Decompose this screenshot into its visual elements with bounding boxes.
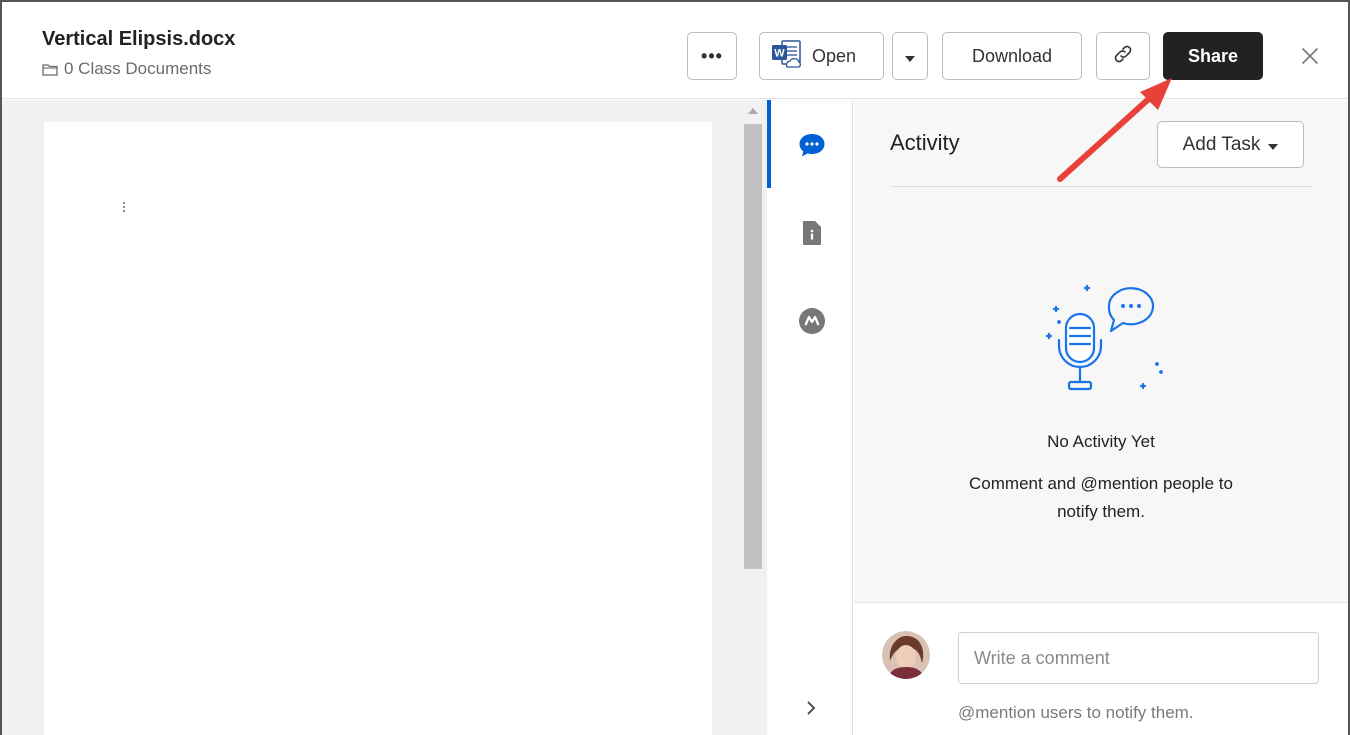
chevron-right-icon[interactable]: [803, 698, 819, 718]
open-button[interactable]: W Open: [759, 32, 884, 80]
copy-link-button[interactable]: [1096, 32, 1150, 80]
activity-panel: Activity Add Task No Activity Yet Commen…: [854, 100, 1348, 602]
document-scrollbar[interactable]: [742, 108, 764, 735]
more-icon: •••: [701, 45, 723, 66]
caret-down-icon: [905, 46, 915, 67]
empty-state-description: Comment and @mention people to notify th…: [969, 474, 1233, 521]
comment-hint: @mention users to notify them.: [958, 703, 1194, 722]
sidebar-rail: [767, 100, 853, 735]
link-icon: [1112, 43, 1134, 70]
open-label: Open: [812, 45, 857, 66]
panel-divider: [890, 186, 1312, 187]
more-options-button[interactable]: •••: [687, 32, 737, 80]
avatar: [882, 631, 930, 679]
word-icon: W: [770, 38, 804, 75]
empty-state-title: No Activity Yet: [1047, 432, 1155, 451]
panel-title: Activity: [890, 130, 960, 155]
folder-icon: [42, 63, 58, 76]
share-button[interactable]: Share: [1163, 32, 1263, 80]
scroll-thumb[interactable]: [744, 124, 762, 569]
caret-down-icon: [1268, 134, 1279, 156]
activity-icon[interactable]: [797, 130, 827, 160]
folder-breadcrumb[interactable]: 0 Class Documents: [42, 59, 211, 79]
rail-active-indicator: [767, 100, 771, 188]
comment-composer: @mention users to notify them.: [854, 602, 1348, 735]
preview-window: Vertical Elipsis.docx 0 Class Documents …: [0, 0, 1350, 735]
microphone-chat-icon: [1031, 272, 1171, 407]
document-page: [44, 122, 712, 735]
scroll-up-icon[interactable]: [748, 108, 758, 114]
comment-input[interactable]: [958, 632, 1319, 684]
vertical-ellipsis-mark: [123, 202, 126, 214]
file-info-icon[interactable]: [797, 218, 827, 248]
close-icon[interactable]: [1296, 42, 1324, 70]
svg-text:W: W: [774, 47, 785, 59]
download-button[interactable]: Download: [942, 32, 1082, 80]
add-task-label: Add Task: [1182, 133, 1261, 155]
preview-header: Vertical Elipsis.docx 0 Class Documents …: [2, 2, 1348, 99]
metadata-icon[interactable]: [797, 306, 827, 336]
file-title: Vertical Elipsis.docx: [42, 28, 236, 50]
add-task-button[interactable]: Add Task: [1157, 121, 1304, 168]
open-dropdown-button[interactable]: [892, 32, 928, 80]
folder-name: 0 Class Documents: [64, 59, 212, 78]
document-preview: [2, 100, 767, 735]
